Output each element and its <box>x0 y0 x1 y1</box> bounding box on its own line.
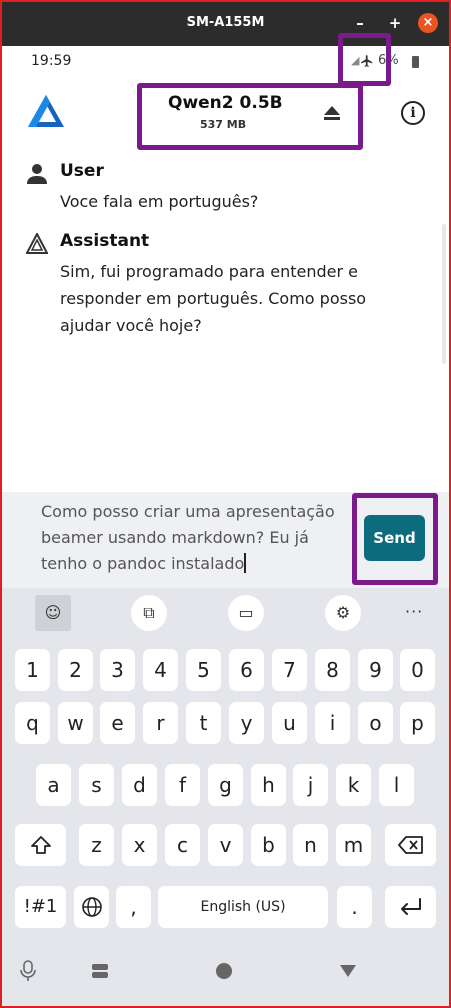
key-w[interactable]: w <box>58 702 93 744</box>
chat-input[interactable]: Como posso criar uma apresentação beamer… <box>41 499 359 583</box>
key-y[interactable]: y <box>229 702 264 744</box>
key-1[interactable]: 1 <box>15 649 50 691</box>
battery-percent: 6% <box>378 53 399 68</box>
more-options-icon[interactable]: ··· <box>405 602 423 621</box>
key-l[interactable]: l <box>379 764 414 806</box>
enter-icon <box>400 898 421 915</box>
key-0[interactable]: 0 <box>400 649 435 691</box>
model-name: Qwen2 0.5B <box>168 93 283 113</box>
status-bar: 19:59 ◢ 6% <box>0 46 451 76</box>
key-7[interactable]: 7 <box>272 649 307 691</box>
text-caret <box>244 553 247 573</box>
globe-icon <box>81 897 102 917</box>
back-icon[interactable] <box>339 964 357 978</box>
key-x[interactable]: x <box>122 824 157 866</box>
key-v[interactable]: v <box>208 824 243 866</box>
user-avatar-icon <box>27 164 47 184</box>
key-e[interactable]: e <box>100 702 135 744</box>
airplane-mode-icon <box>361 55 373 67</box>
key-4[interactable]: 4 <box>143 649 178 691</box>
key-a[interactable]: a <box>36 764 71 806</box>
key-q[interactable]: q <box>15 702 50 744</box>
message-text: Sim, fui programado para entender e resp… <box>60 262 367 335</box>
period-key[interactable]: . <box>337 886 372 928</box>
key-5[interactable]: 5 <box>186 649 221 691</box>
key-c[interactable]: c <box>165 824 200 866</box>
model-selector[interactable]: Qwen2 0.5B 537 MB <box>150 88 350 138</box>
language-key[interactable] <box>74 886 109 928</box>
key-p[interactable]: p <box>400 702 435 744</box>
minimize-button[interactable]: – <box>350 13 370 33</box>
emoji-icon[interactable]: ☺ <box>35 595 71 631</box>
on-screen-keyboard: ☺ ⧉ ▭ ⚙ ··· 1 2 3 4 5 6 7 8 9 0 q w e r … <box>0 588 451 1008</box>
key-z[interactable]: z <box>79 824 114 866</box>
key-t[interactable]: t <box>186 702 221 744</box>
key-n[interactable]: n <box>293 824 328 866</box>
keyboard-switch-icon[interactable] <box>91 963 109 979</box>
assistant-avatar-icon <box>26 233 48 254</box>
eject-icon[interactable] <box>322 103 342 123</box>
key-f[interactable]: f <box>165 764 200 806</box>
microphone-icon[interactable] <box>20 960 36 982</box>
battery-icon <box>412 56 419 68</box>
info-icon: i <box>410 105 416 121</box>
key-j[interactable]: j <box>293 764 328 806</box>
space-key[interactable]: English (US) <box>158 886 328 928</box>
info-button[interactable]: i <box>401 101 425 125</box>
message-role: Assistant <box>60 231 150 251</box>
key-h[interactable]: h <box>251 764 286 806</box>
maximize-button[interactable]: + <box>385 13 405 33</box>
key-s[interactable]: s <box>79 764 114 806</box>
key-2[interactable]: 2 <box>58 649 93 691</box>
send-button[interactable]: Send <box>364 515 425 561</box>
key-9[interactable]: 9 <box>358 649 393 691</box>
backspace-icon <box>397 836 423 854</box>
home-icon[interactable] <box>215 962 233 980</box>
shift-key[interactable] <box>15 824 66 866</box>
chat-scrollbar[interactable] <box>442 224 446 364</box>
translate-icon[interactable]: ⧉ <box>131 595 167 631</box>
key-3[interactable]: 3 <box>100 649 135 691</box>
symbols-key[interactable]: !#1 <box>15 886 66 928</box>
enter-key[interactable] <box>385 886 436 928</box>
shift-icon <box>30 836 51 854</box>
key-r[interactable]: r <box>143 702 178 744</box>
key-b[interactable]: b <box>251 824 286 866</box>
key-i[interactable]: i <box>315 702 350 744</box>
comma-key[interactable]: , <box>116 886 151 928</box>
clipboard-icon[interactable]: ▭ <box>228 595 264 631</box>
key-8[interactable]: 8 <box>315 649 350 691</box>
status-time: 19:59 <box>31 53 72 69</box>
app-logo-icon <box>28 95 64 127</box>
message-role: User <box>60 161 104 181</box>
message-text: Voce fala em português? <box>60 192 259 211</box>
key-6[interactable]: 6 <box>229 649 264 691</box>
signal-icon: ◢ <box>351 54 360 67</box>
backspace-key[interactable] <box>385 824 436 866</box>
key-m[interactable]: m <box>336 824 371 866</box>
model-size: 537 MB <box>200 118 247 131</box>
key-k[interactable]: k <box>336 764 371 806</box>
key-u[interactable]: u <box>272 702 307 744</box>
key-d[interactable]: d <box>122 764 157 806</box>
key-o[interactable]: o <box>358 702 393 744</box>
window-title: SM-A155M <box>186 15 265 30</box>
close-button[interactable]: × <box>418 13 438 33</box>
key-g[interactable]: g <box>208 764 243 806</box>
window-titlebar: SM-A155M – + × <box>0 0 451 46</box>
settings-gear-icon[interactable]: ⚙ <box>325 595 361 631</box>
